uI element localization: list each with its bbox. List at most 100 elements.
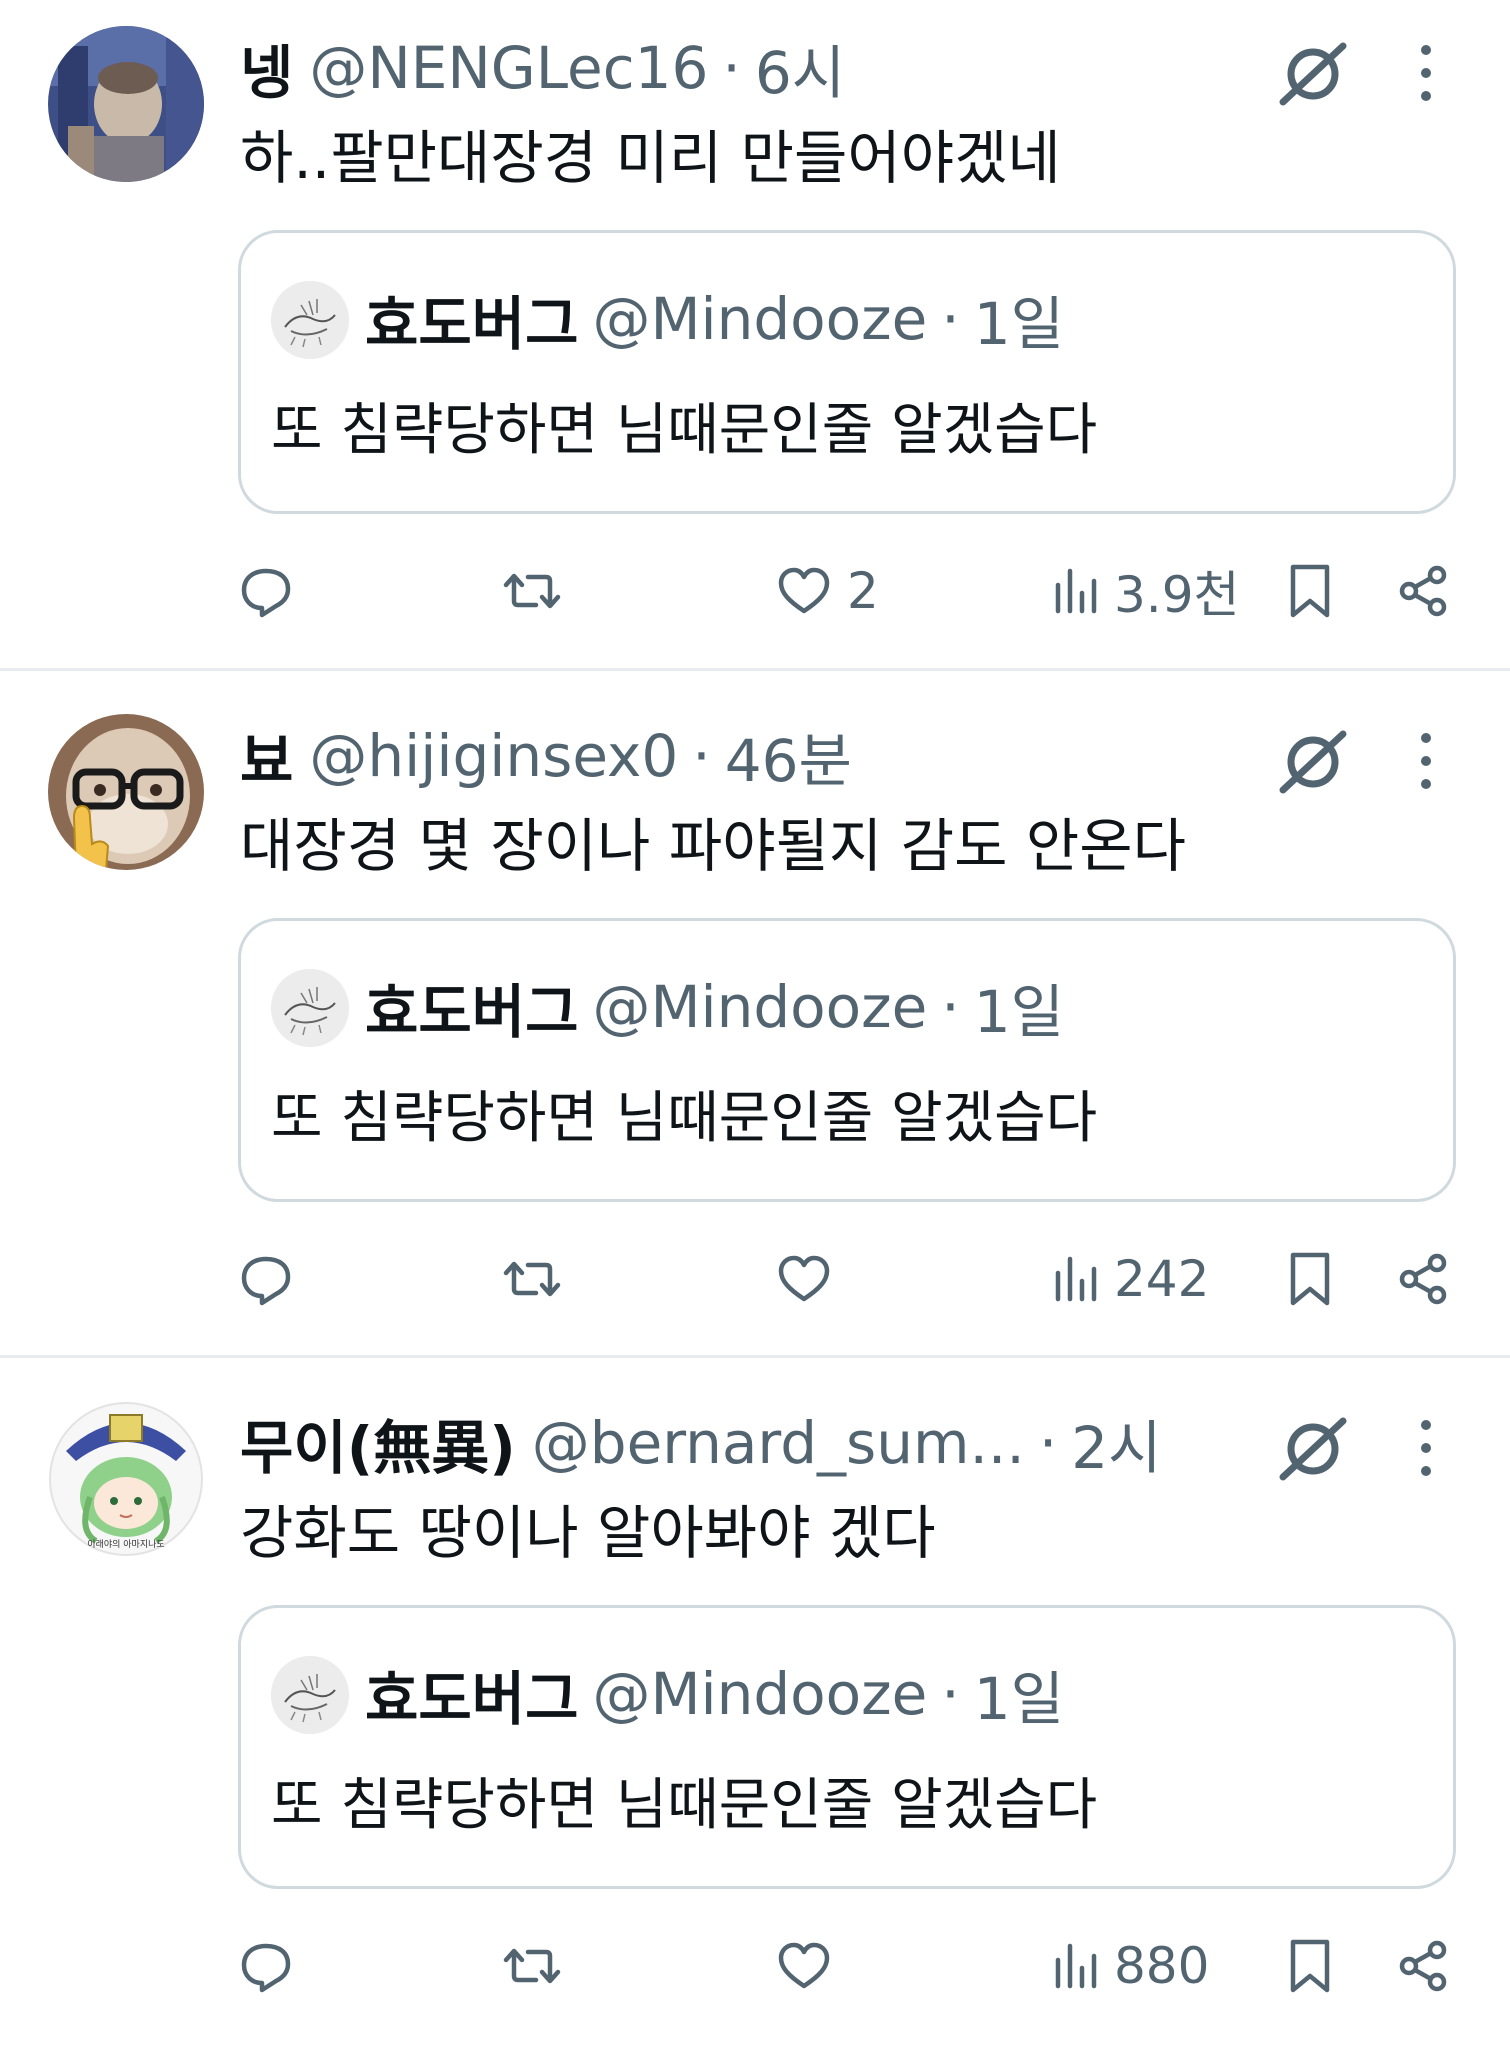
action-bar: 2 3.9천	[0, 556, 1510, 626]
view-count: 880	[1114, 1937, 1210, 1995]
quote-timestamp[interactable]: 1일	[974, 965, 1064, 1049]
quote-user-handle[interactable]: @Mindooze	[592, 1660, 927, 1728]
quote-user-handle[interactable]: @Mindooze	[592, 285, 927, 353]
avatar[interactable]: 이래야의 아마지나도	[48, 1401, 204, 1557]
reply-button[interactable]	[238, 1244, 294, 1314]
view-count: 3.9천	[1114, 566, 1240, 624]
avatar-drawing: 이래야의 아마지나도	[48, 1401, 204, 1557]
avatar-caption: 이래야의 아마지나도	[87, 1539, 164, 1550]
more-options-icon[interactable]	[1406, 726, 1446, 796]
like-count: 2	[847, 562, 879, 620]
grok-icon[interactable]	[1275, 36, 1351, 112]
more-options-icon[interactable]	[1406, 1413, 1446, 1483]
reply-button[interactable]	[238, 1931, 294, 2001]
view-count: 242	[1114, 1250, 1210, 1308]
tweet-header: 뵤 @hijiginsex0 · 46분	[240, 716, 852, 796]
bookmark-button[interactable]	[1285, 556, 1335, 626]
timestamp[interactable]: 6시	[755, 26, 845, 110]
quote-text: 또 침략당하면 님때문인줄 알겠습다	[271, 398, 1098, 463]
views-button[interactable]: 242	[1050, 1244, 1209, 1314]
separator-dot: ·	[692, 722, 711, 790]
quote-header: 효도버그 @Mindooze · 1일	[365, 965, 1064, 1049]
share-button[interactable]	[1395, 1244, 1451, 1314]
action-bar: 242	[0, 1244, 1510, 1314]
avatar[interactable]	[48, 26, 204, 182]
separator-dot: ·	[941, 285, 960, 353]
separator-dot: ·	[941, 1660, 960, 1728]
retweet-icon	[503, 1261, 561, 1297]
quote-avatar[interactable]	[271, 1656, 349, 1734]
share-icon	[1399, 565, 1447, 617]
bug-sketch-icon	[271, 1656, 349, 1734]
bookmark-icon	[1290, 1939, 1330, 1993]
separator-dot: ·	[941, 973, 960, 1041]
timestamp[interactable]: 2시	[1071, 1401, 1161, 1485]
quote-timestamp[interactable]: 1일	[974, 277, 1064, 361]
views-icon	[1055, 1256, 1097, 1302]
tweet[interactable]: 넹 @NENGLec16 · 6시 하..팔만대장경 미리 만들어야겠네 효도버…	[0, 0, 1510, 688]
user-handle[interactable]: @bernard_sum...	[532, 1409, 1025, 1477]
retweet-button[interactable]	[502, 556, 562, 626]
views-button[interactable]: 880	[1050, 1931, 1209, 2001]
divider	[0, 1355, 1510, 1358]
quote-tweet[interactable]: 효도버그 @Mindooze · 1일 또 침략당하면 님때문인줄 알겠습다	[238, 918, 1456, 1202]
like-button[interactable]	[775, 1244, 847, 1314]
divider	[0, 668, 1510, 671]
bookmark-icon	[1290, 564, 1330, 618]
tweet-feed: 넹 @NENGLec16 · 6시 하..팔만대장경 미리 만들어야겠네 효도버…	[0, 0, 1510, 2048]
share-button[interactable]	[1395, 556, 1451, 626]
bookmark-button[interactable]	[1285, 1931, 1335, 2001]
bug-sketch-icon	[271, 281, 349, 359]
grok-icon[interactable]	[1275, 1411, 1351, 1487]
separator-dot: ·	[1038, 1409, 1058, 1477]
quote-tweet[interactable]: 효도버그 @Mindooze · 1일 또 침략당하면 님때문인줄 알겠습다	[238, 230, 1456, 514]
tweet-text: 하..팔만대장경 미리 만들어야겠네	[240, 124, 1061, 192]
reply-icon	[241, 1256, 291, 1306]
bookmark-button[interactable]	[1285, 1244, 1335, 1314]
grok-icon[interactable]	[1275, 724, 1351, 800]
display-name[interactable]: 뵤	[240, 714, 293, 798]
quote-header: 효도버그 @Mindooze · 1일	[365, 1652, 1064, 1736]
share-button[interactable]	[1395, 1931, 1451, 2001]
like-button[interactable]: 2	[775, 556, 879, 626]
heart-icon	[778, 1942, 830, 1989]
user-handle[interactable]: @NENGLec16	[309, 34, 708, 102]
avatar-photo	[48, 714, 204, 870]
like-button[interactable]	[775, 1931, 847, 2001]
more-options-icon[interactable]	[1406, 38, 1446, 108]
quote-avatar[interactable]	[271, 281, 349, 359]
quote-timestamp[interactable]: 1일	[974, 1652, 1064, 1736]
quote-user-handle[interactable]: @Mindooze	[592, 973, 927, 1041]
timestamp[interactable]: 46분	[725, 714, 852, 798]
avatar[interactable]	[48, 714, 204, 870]
quote-avatar[interactable]	[271, 969, 349, 1047]
quote-display-name[interactable]: 효도버그	[365, 277, 578, 361]
bug-sketch-icon	[271, 969, 349, 1047]
retweet-icon	[503, 1948, 561, 1984]
quote-header: 효도버그 @Mindooze · 1일	[365, 277, 1064, 361]
tweet[interactable]: 이래야의 아마지나도 무이(無異) @bernard_sum... · 2시 강…	[0, 1375, 1510, 2048]
retweet-button[interactable]	[502, 1244, 562, 1314]
tweet-text: 강화도 땅이나 알아봐야 겠다	[240, 1499, 936, 1567]
heart-icon	[778, 567, 830, 614]
quote-display-name[interactable]: 효도버그	[365, 965, 578, 1049]
share-icon	[1399, 1940, 1447, 1992]
avatar-photo	[48, 26, 204, 182]
display-name[interactable]: 넹	[240, 26, 293, 110]
reply-button[interactable]	[238, 556, 294, 626]
views-button[interactable]: 3.9천	[1050, 556, 1240, 626]
quote-text: 또 침략당하면 님때문인줄 알겠습다	[271, 1086, 1098, 1151]
separator-dot: ·	[722, 34, 741, 102]
display-name[interactable]: 무이(無異)	[240, 1401, 516, 1485]
user-handle[interactable]: @hijiginsex0	[309, 722, 678, 790]
bookmark-icon	[1290, 1252, 1330, 1306]
quote-text: 또 침략당하면 님때문인줄 알겠습다	[271, 1773, 1098, 1838]
quote-tweet[interactable]: 효도버그 @Mindooze · 1일 또 침략당하면 님때문인줄 알겠습다	[238, 1605, 1456, 1889]
quote-display-name[interactable]: 효도버그	[365, 1652, 578, 1736]
views-icon	[1055, 1943, 1097, 1989]
tweet[interactable]: 뵤 @hijiginsex0 · 46분 대장경 몇 장이나 파야될지 감도 안…	[0, 688, 1510, 1376]
heart-icon	[778, 1255, 830, 1302]
retweet-button[interactable]	[502, 1931, 562, 2001]
action-bar: 880	[0, 1931, 1510, 2001]
tweet-header: 무이(無異) @bernard_sum... · 2시	[240, 1403, 1162, 1483]
